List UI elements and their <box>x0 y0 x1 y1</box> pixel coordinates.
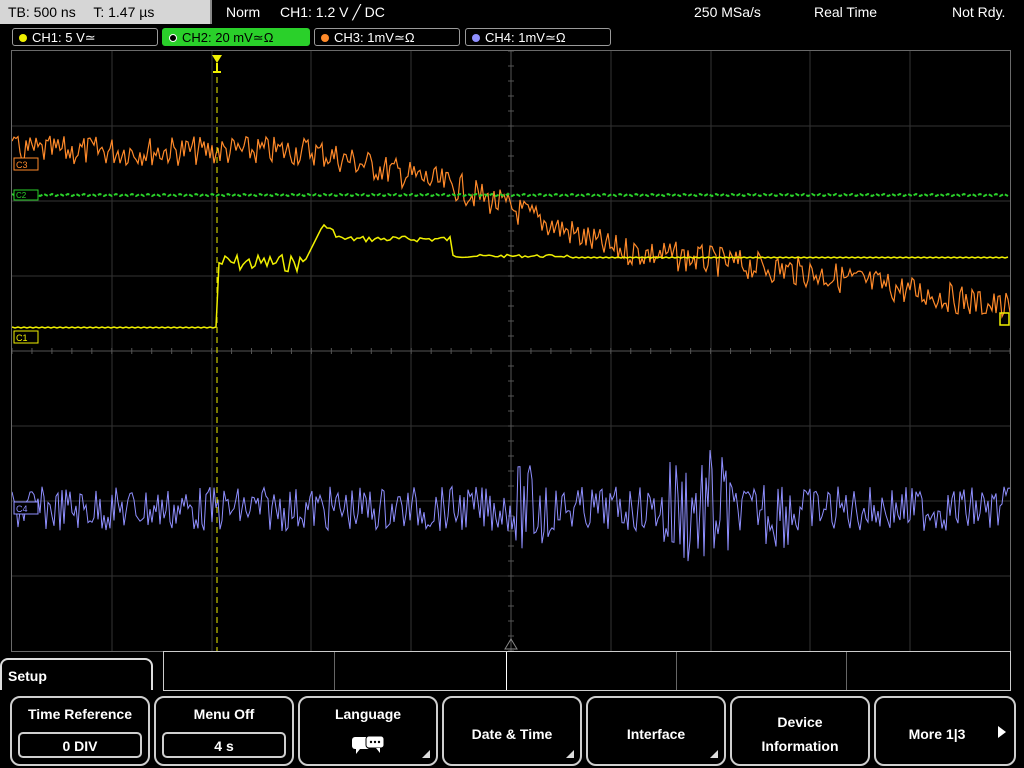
status-bar: TB: 500 ns T: 1.47 µs Norm CH1: 1.2 V ╱ … <box>0 0 1024 24</box>
svg-text:C4: C4 <box>16 504 28 514</box>
more-button[interactable]: More 1|3 <box>874 696 1016 766</box>
ch2-dot-icon <box>169 34 177 42</box>
submenu-indicator-icon <box>710 750 718 758</box>
ch4-dot-icon <box>472 34 480 42</box>
trigger-marker-icon[interactable] <box>212 55 222 73</box>
scroll-divider <box>334 652 335 690</box>
timebase-box[interactable]: TB: 500 ns T: 1.47 µs <box>0 0 212 24</box>
date-time-button[interactable]: Date & Time <box>442 696 582 766</box>
submenu-indicator-icon <box>422 750 430 758</box>
sample-rate: 250 MSa/s <box>694 4 761 20</box>
channel-tab-ch4[interactable]: CH4: 1mV≃Ω <box>465 28 611 46</box>
svg-text:C2: C2 <box>16 191 27 200</box>
time-reference-label: Time Reference <box>27 706 132 722</box>
ch1-level-marker[interactable]: C1 <box>13 330 39 344</box>
ch3-dot-icon <box>321 34 329 42</box>
scroll-divider <box>676 652 677 690</box>
arrow-right-icon <box>998 726 1006 738</box>
horizontal-position-bar[interactable] <box>163 651 1011 691</box>
ch1-dot-icon <box>19 34 27 42</box>
waveform-display[interactable]: C3 C2 C1 C4 <box>11 50 1011 652</box>
more-label: More 1|3 <box>908 726 966 742</box>
menu-off-value: 4 s <box>162 732 286 758</box>
speech-bubbles-icon <box>352 735 385 754</box>
scroll-divider <box>846 652 847 690</box>
time-reference-value: 0 DIV <box>18 732 142 758</box>
svg-text:C3: C3 <box>16 160 28 170</box>
language-button[interactable]: Language <box>298 696 438 766</box>
svg-text:C1: C1 <box>16 333 28 343</box>
channel-tabs: CH1: 5 V≃ CH2: 20 mV≃Ω CH3: 1mV≃Ω CH4: 1… <box>0 26 1024 48</box>
device-information-button[interactable]: Device Information <box>730 696 870 766</box>
acquisition-mode[interactable]: Real Time <box>814 0 877 24</box>
channel-tab-ch1[interactable]: CH1: 5 V≃ <box>12 28 158 46</box>
device-info-label-2: Information <box>761 738 839 754</box>
channel-tab-label: CH3: 1mV≃Ω <box>334 30 415 45</box>
interface-button[interactable]: Interface <box>586 696 726 766</box>
ch3-level-marker[interactable]: C3 <box>13 157 39 171</box>
menu-title: Setup <box>8 668 47 684</box>
channel-tab-label: CH1: 5 V≃ <box>32 30 96 45</box>
ch2-waveform <box>12 192 1009 198</box>
timebase-value: TB: 500 ns <box>8 4 76 20</box>
date-time-label: Date & Time <box>471 726 553 742</box>
waveform-canvas: C3 C2 C1 C4 <box>12 51 1010 651</box>
channel-tab-label: CH4: 1mV≃Ω <box>485 30 566 45</box>
trigger-time-value: T: 1.47 µs <box>93 4 155 20</box>
channel-tab-label: CH2: 20 mV≃Ω <box>182 30 274 45</box>
interface-label: Interface <box>626 726 686 742</box>
trigger-state: Not Rdy. <box>952 4 1006 20</box>
language-label: Language <box>334 706 402 722</box>
ch2-level-marker[interactable]: C2 <box>13 189 39 201</box>
softkey-bar: Time Reference 0 DIV Menu Off 4 s Langua… <box>0 694 1024 768</box>
channel-tab-ch3[interactable]: CH3: 1mV≃Ω <box>314 28 460 46</box>
trigger-mode[interactable]: Norm <box>226 0 260 24</box>
graticule <box>12 51 1010 651</box>
trigger-source[interactable]: CH1: 1.2 V ╱ DC <box>280 0 385 24</box>
scroll-cursor <box>506 652 507 690</box>
channel-tab-ch2[interactable]: CH2: 20 mV≃Ω <box>162 28 310 46</box>
submenu-indicator-icon <box>566 750 574 758</box>
menu-off-label: Menu Off <box>193 706 255 722</box>
menu-off-button[interactable]: Menu Off 4 s <box>154 696 294 766</box>
device-info-label-1: Device <box>777 714 823 730</box>
time-reference-button[interactable]: Time Reference 0 DIV <box>10 696 150 766</box>
ch4-level-marker[interactable]: C4 <box>13 501 39 515</box>
